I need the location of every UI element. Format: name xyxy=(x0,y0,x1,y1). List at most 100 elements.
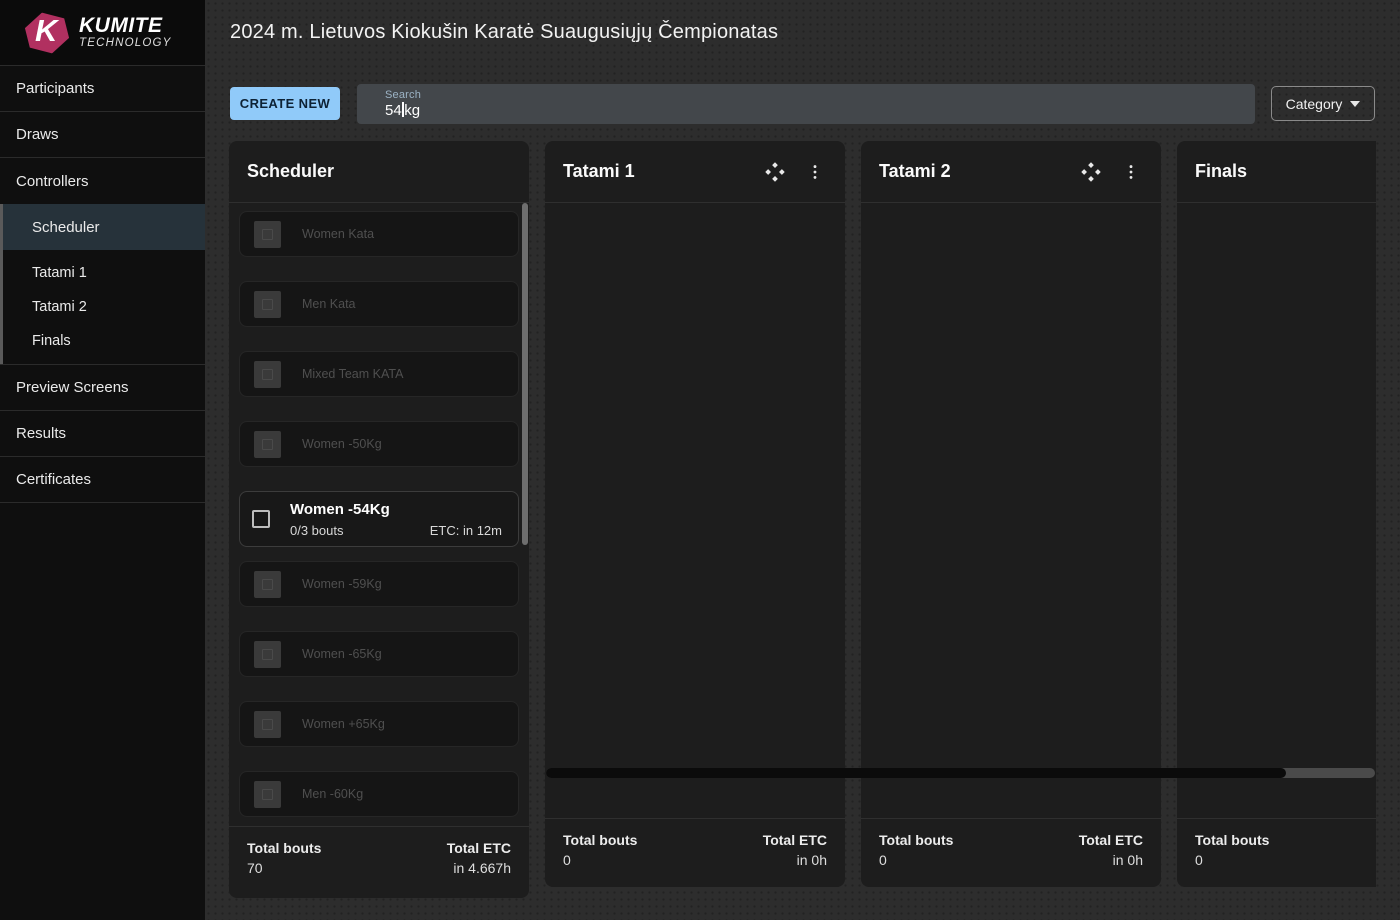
search-input-value: 54kg xyxy=(385,102,1255,119)
total-bouts-value: 0 xyxy=(879,852,953,868)
tatami-2-column-title: Tatami 2 xyxy=(879,161,1079,182)
controllers-submenu: Scheduler Tatami 1 Tatami 2 Finals xyxy=(0,204,205,365)
sidebar-item-tatami-2[interactable]: Tatami 2 xyxy=(0,290,205,324)
logo-letter: K xyxy=(35,13,57,49)
tatami-2-drop-zone[interactable] xyxy=(861,203,1161,818)
sidebar-nav: Participants Draws Controllers Scheduler… xyxy=(0,65,205,503)
scheduler-item-label: Women -50Kg xyxy=(302,437,382,451)
total-bouts-value: 0 xyxy=(563,852,637,868)
hexagon-logo-icon: K xyxy=(20,7,75,59)
item-bouts-count: 0/3 bouts xyxy=(290,523,344,538)
scheduler-item[interactable]: Women Kata xyxy=(239,211,519,257)
scheduler-item[interactable]: Women -50Kg xyxy=(239,421,519,467)
scheduler-item[interactable]: Men -60Kg xyxy=(239,771,519,817)
checkbox-icon xyxy=(262,579,273,590)
scheduler-item[interactable]: Women -65Kg xyxy=(239,631,519,677)
item-checkbox[interactable] xyxy=(252,510,270,528)
sidebar-item-participants[interactable]: Participants xyxy=(0,66,205,112)
search-input[interactable]: Search 54kg xyxy=(357,84,1255,124)
total-bouts-label: Total bouts xyxy=(247,840,321,856)
sidebar-item-scheduler[interactable]: Scheduler xyxy=(0,204,205,250)
horizontal-scrollbar-thumb[interactable] xyxy=(546,768,1286,778)
scheduler-column-header: Scheduler xyxy=(229,141,529,203)
finals-drop-zone[interactable] xyxy=(1177,203,1376,818)
total-etc-label: Total ETC xyxy=(1079,832,1143,848)
checkbox-icon xyxy=(262,369,273,380)
scheduler-item[interactable]: Women -59Kg xyxy=(239,561,519,607)
sidebar: K KUMITE TECHNOLOGY Participants Draws C… xyxy=(0,0,205,920)
scheduler-item-active[interactable]: Women -54Kg 0/3 bouts ETC: in 12m xyxy=(239,491,519,547)
tatami-1-column-title: Tatami 1 xyxy=(563,161,763,182)
sidebar-item-preview-screens[interactable]: Preview Screens xyxy=(0,365,205,411)
create-new-button[interactable]: CREATE NEW xyxy=(230,87,340,120)
total-etc-label: Total ETC xyxy=(447,840,511,856)
tatami-2-column-footer: Total bouts 0 Total ETC in 0h xyxy=(861,818,1161,887)
brand-logo[interactable]: K KUMITE TECHNOLOGY xyxy=(0,0,205,65)
scheduler-item-label: Men Kata xyxy=(302,297,356,311)
item-placeholder-square xyxy=(254,781,281,808)
scheduler-item-label: Women Kata xyxy=(302,227,374,241)
item-etc: ETC: in 12m xyxy=(430,523,502,538)
search-input-label: Search xyxy=(385,89,1255,101)
total-bouts-label: Total bouts xyxy=(1195,832,1269,848)
vertical-scrollbar[interactable] xyxy=(522,203,528,826)
item-placeholder-square xyxy=(254,641,281,668)
sidebar-item-draws[interactable]: Draws xyxy=(0,112,205,158)
finals-column-header: Finals xyxy=(1177,141,1376,203)
scheduler-item[interactable]: Women +65Kg xyxy=(239,701,519,747)
total-etc-value: in 0h xyxy=(763,852,827,868)
sidebar-item-certificates[interactable]: Certificates xyxy=(0,457,205,503)
horizontal-scrollbar[interactable] xyxy=(546,768,1375,778)
kebab-menu-icon[interactable] xyxy=(803,160,827,184)
total-bouts-value: 70 xyxy=(247,860,321,876)
scheduler-item[interactable]: Mixed Team KATA xyxy=(239,351,519,397)
tatami-1-column-header: Tatami 1 xyxy=(545,141,845,203)
checkbox-icon xyxy=(262,299,273,310)
checkbox-icon xyxy=(262,719,273,730)
brand-name: KUMITE xyxy=(79,15,172,36)
category-dropdown-label: Category xyxy=(1286,96,1343,112)
scheduler-item-label: Men -60Kg xyxy=(302,787,363,801)
sidebar-item-results[interactable]: Results xyxy=(0,411,205,457)
sidebar-item-tatami-1[interactable]: Tatami 1 xyxy=(0,256,205,290)
checkbox-icon xyxy=(262,439,273,450)
brand-subtitle: TECHNOLOGY xyxy=(79,38,172,50)
page-header: 2024 m. Lietuvos Kiokušin Karatė Suaugus… xyxy=(205,0,1400,65)
move-icon[interactable] xyxy=(1079,160,1103,184)
scheduler-item-label: Women -59Kg xyxy=(302,577,382,591)
item-placeholder-square xyxy=(254,711,281,738)
scheduler-item-content: Women -54Kg 0/3 bouts ETC: in 12m xyxy=(290,501,502,538)
item-placeholder-square xyxy=(254,291,281,318)
category-dropdown[interactable]: Category xyxy=(1271,86,1375,121)
scheduler-item[interactable]: Men Kata xyxy=(239,281,519,327)
total-etc-value: in 0h xyxy=(1079,852,1143,868)
total-etc-value: in 4.667h xyxy=(447,860,511,876)
total-bouts-label: Total bouts xyxy=(563,832,637,848)
tatami-2-column-header: Tatami 2 xyxy=(861,141,1161,203)
tatami-1-drop-zone[interactable] xyxy=(545,203,845,818)
checkbox-icon xyxy=(262,229,273,240)
scheduler-item-list: Women Kata Men Kata Mixed Team KATA Wome… xyxy=(229,203,529,826)
scheduler-column: Scheduler Women Kata Men Kata Mixed Team… xyxy=(229,141,529,898)
vertical-scrollbar-thumb[interactable] xyxy=(522,203,528,545)
scheduler-item-title: Women -54Kg xyxy=(290,501,390,518)
checkbox-icon xyxy=(262,649,273,660)
app-window: K KUMITE TECHNOLOGY Participants Draws C… xyxy=(0,0,1400,920)
sidebar-item-finals[interactable]: Finals xyxy=(0,324,205,358)
scheduler-column-title: Scheduler xyxy=(247,161,511,182)
move-icon[interactable] xyxy=(763,160,787,184)
brand-text: KUMITE TECHNOLOGY xyxy=(79,15,172,50)
finals-column-title: Finals xyxy=(1195,161,1358,182)
item-placeholder-square xyxy=(254,571,281,598)
kebab-menu-icon[interactable] xyxy=(1119,160,1143,184)
scheduler-column-footer: Total bouts 70 Total ETC in 4.667h xyxy=(229,826,529,898)
sidebar-item-controllers[interactable]: Controllers xyxy=(0,158,205,204)
scheduler-item-label: Women -65Kg xyxy=(302,647,382,661)
checkbox-icon xyxy=(262,789,273,800)
page-title: 2024 m. Lietuvos Kiokušin Karatė Suaugus… xyxy=(230,21,778,44)
item-placeholder-square xyxy=(254,431,281,458)
total-bouts-label: Total bouts xyxy=(879,832,953,848)
chevron-down-icon xyxy=(1350,101,1360,107)
scheduler-item-label: Women +65Kg xyxy=(302,717,385,731)
tatami-1-column-footer: Total bouts 0 Total ETC in 0h xyxy=(545,818,845,887)
